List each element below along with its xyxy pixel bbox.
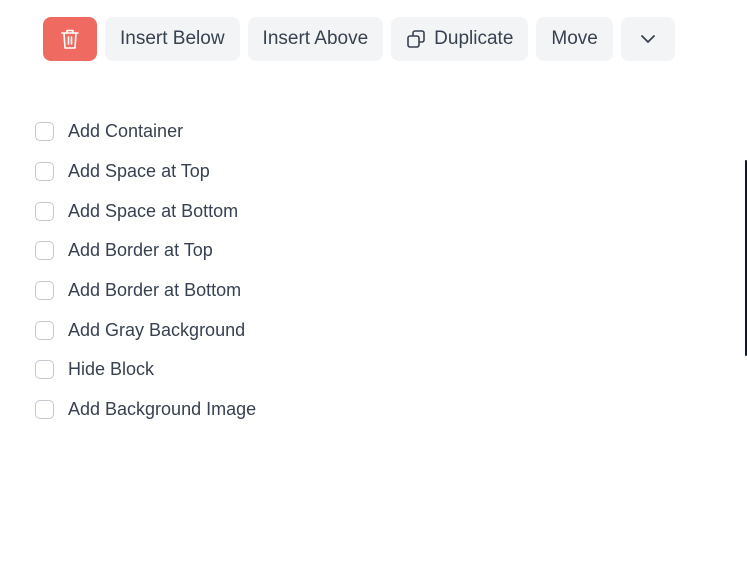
duplicate-icon — [406, 29, 426, 49]
block-settings-panel: Insert Below Insert Above Duplicate Move — [0, 0, 747, 566]
option-label: Add Background Image — [68, 399, 257, 420]
block-options-list: Add Container Add Space at Top Add Space… — [35, 112, 256, 430]
insert-above-button[interactable]: Insert Above — [247, 17, 384, 61]
option-hide-block[interactable]: Hide Block — [35, 350, 256, 390]
more-options-button[interactable] — [620, 17, 675, 61]
checkbox[interactable] — [35, 201, 54, 221]
checkbox[interactable] — [35, 320, 54, 340]
duplicate-button[interactable]: Duplicate — [391, 17, 529, 61]
trash-icon — [60, 28, 80, 50]
checkbox[interactable] — [35, 360, 54, 380]
option-add-space-at-top[interactable]: Add Space at Top — [35, 152, 256, 192]
option-label: Add Container — [68, 121, 184, 142]
block-toolbar: Insert Below Insert Above Duplicate Move — [43, 17, 675, 61]
checkbox[interactable] — [35, 281, 54, 301]
move-button[interactable]: Move — [536, 17, 613, 61]
option-add-border-at-top[interactable]: Add Border at Top — [35, 231, 256, 271]
move-label: Move — [551, 28, 598, 49]
insert-below-button[interactable]: Insert Below — [105, 17, 240, 61]
option-add-gray-background[interactable]: Add Gray Background — [35, 310, 256, 350]
checkbox[interactable] — [35, 400, 54, 420]
checkbox[interactable] — [35, 162, 54, 182]
insert-above-label: Insert Above — [262, 28, 369, 49]
option-label: Add Space at Top — [68, 161, 210, 182]
option-add-border-at-bottom[interactable]: Add Border at Bottom — [35, 271, 256, 311]
duplicate-label: Duplicate — [434, 28, 514, 49]
option-add-space-at-bottom[interactable]: Add Space at Bottom — [35, 191, 256, 231]
checkbox[interactable] — [35, 241, 54, 261]
option-label: Add Border at Top — [68, 240, 213, 261]
delete-button[interactable] — [43, 17, 97, 61]
option-label: Add Space at Bottom — [68, 200, 239, 221]
checkbox[interactable] — [35, 122, 54, 142]
option-label: Hide Block — [68, 359, 155, 380]
option-label: Add Gray Background — [68, 319, 246, 340]
option-label: Add Border at Bottom — [68, 280, 242, 301]
chevron-down-icon — [639, 30, 657, 48]
insert-below-label: Insert Below — [120, 28, 225, 49]
option-add-container[interactable]: Add Container — [35, 112, 256, 152]
option-add-background-image[interactable]: Add Background Image — [35, 390, 256, 430]
